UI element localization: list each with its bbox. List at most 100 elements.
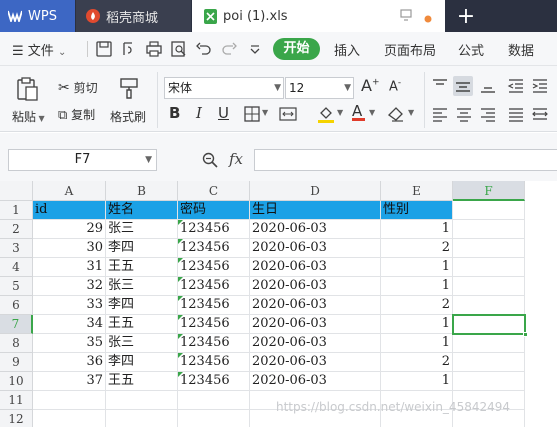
print-preview-icon[interactable] — [170, 40, 188, 58]
cell-b2[interactable]: 张三 — [106, 220, 178, 239]
fill-color-icon[interactable] — [316, 104, 336, 124]
font-color-icon[interactable]: A — [352, 102, 365, 121]
cell-d6[interactable]: 2020-06-03 — [250, 296, 381, 315]
bold-icon[interactable]: B — [169, 104, 180, 122]
cell-e4[interactable]: 1 — [381, 258, 453, 277]
cell-b3[interactable]: 李四 — [106, 239, 178, 258]
cell-b7[interactable]: 王五 — [106, 315, 178, 334]
tab-insert[interactable]: 插入 — [334, 40, 360, 59]
increase-font-icon[interactable]: A+ — [361, 76, 380, 95]
zoom-search-icon[interactable] — [202, 152, 218, 168]
row-header-3[interactable]: 3 — [0, 239, 33, 258]
cell-d9[interactable]: 2020-06-03 — [250, 353, 381, 372]
column-header-d[interactable]: D — [250, 181, 381, 201]
cell-e5[interactable]: 1 — [381, 277, 453, 296]
cell-a6[interactable]: 33 — [33, 296, 106, 315]
fill-handle[interactable] — [523, 332, 528, 337]
row-header-8[interactable]: 8 — [0, 334, 33, 353]
cell-c2[interactable]: 123456 — [178, 220, 250, 239]
cell-d2[interactable]: 2020-06-03 — [250, 220, 381, 239]
cell-b11[interactable] — [106, 391, 178, 410]
format-painter-icon[interactable] — [117, 76, 141, 100]
new-tab-button[interactable]: + — [446, 0, 486, 32]
cell-a1[interactable]: id — [33, 201, 106, 220]
cell-d7[interactable]: 2020-06-03 — [250, 315, 381, 334]
cell-a9[interactable]: 36 — [33, 353, 106, 372]
cell-c8[interactable]: 123456 — [178, 334, 250, 353]
chevron-down-icon[interactable]: ▼ — [262, 108, 268, 117]
cell-f3[interactable] — [453, 239, 525, 258]
cell-b5[interactable]: 张三 — [106, 277, 178, 296]
cell-a5[interactable]: 32 — [33, 277, 106, 296]
tab-docer-store[interactable]: 稻壳商城 — [76, 0, 191, 32]
cell-e7[interactable]: 1 — [381, 315, 453, 334]
cell-c11[interactable] — [178, 391, 250, 410]
justify-icon[interactable] — [506, 104, 526, 124]
column-header-b[interactable]: B — [106, 181, 178, 201]
cell-b4[interactable]: 王五 — [106, 258, 178, 277]
cell-c5[interactable]: 123456 — [178, 277, 250, 296]
cell-a11[interactable] — [33, 391, 106, 410]
active-cell-selection[interactable] — [452, 314, 528, 337]
cell-f6[interactable] — [453, 296, 525, 315]
row-header-10[interactable]: 10 — [0, 372, 33, 391]
cell-e2[interactable]: 1 — [381, 220, 453, 239]
name-box[interactable]: F7 ▼ — [8, 149, 157, 171]
cell-f1[interactable] — [453, 201, 525, 220]
window-mode-icon[interactable] — [400, 9, 412, 24]
cell-c6[interactable]: 123456 — [178, 296, 250, 315]
copy-button[interactable]: ⧉ 复制 — [58, 106, 95, 123]
row-header-7[interactable]: 7 — [0, 315, 33, 334]
select-all-corner[interactable] — [0, 181, 33, 201]
output-pdf-icon[interactable] — [120, 40, 138, 58]
row-header-2[interactable]: 2 — [0, 220, 33, 239]
cell-b10[interactable]: 王五 — [106, 372, 178, 391]
border-icon[interactable] — [244, 106, 260, 122]
cell-f2[interactable] — [453, 220, 525, 239]
cell-b9[interactable]: 李四 — [106, 353, 178, 372]
cell-c9[interactable]: 123456 — [178, 353, 250, 372]
cell-a3[interactable]: 30 — [33, 239, 106, 258]
cell-c1[interactable]: 密码 — [178, 201, 250, 220]
font-size-select[interactable]: 12 ▼ — [285, 77, 354, 99]
cell-f8[interactable] — [453, 334, 525, 353]
font-name-select[interactable]: 宋体 ▼ — [164, 77, 284, 99]
cell-e3[interactable]: 2 — [381, 239, 453, 258]
cell-c3[interactable]: 123456 — [178, 239, 250, 258]
print-icon[interactable] — [145, 40, 163, 58]
indent-increase-icon[interactable] — [530, 76, 550, 96]
tab-poi-xls[interactable]: poi (1).xls — [192, 0, 445, 33]
cell-b8[interactable]: 张三 — [106, 334, 178, 353]
row-header-4[interactable]: 4 — [0, 258, 33, 277]
clear-format-icon[interactable] — [386, 104, 406, 124]
row-header-6[interactable]: 6 — [0, 296, 33, 315]
paste-icon[interactable] — [14, 76, 40, 102]
cell-a2[interactable]: 29 — [33, 220, 106, 239]
tab-wps-home[interactable]: WPS — [0, 0, 75, 32]
cell-f9[interactable] — [453, 353, 525, 372]
undo-icon[interactable] — [195, 40, 213, 58]
cell-e9[interactable]: 2 — [381, 353, 453, 372]
distributed-align-icon[interactable] — [530, 104, 550, 124]
column-header-e[interactable]: E — [381, 181, 453, 201]
cell-c4[interactable]: 123456 — [178, 258, 250, 277]
row-header-1[interactable]: 1 — [0, 201, 33, 220]
chevron-down-icon[interactable]: ▼ — [408, 108, 414, 117]
save-icon[interactable] — [95, 40, 113, 58]
align-bottom-icon[interactable] — [478, 76, 498, 96]
cell-d1[interactable]: 生日 — [250, 201, 381, 220]
indent-decrease-icon[interactable] — [506, 76, 526, 96]
align-left-icon[interactable] — [430, 104, 450, 124]
spreadsheet-grid[interactable]: A B C D E F 1 id 姓名 密码 生日 性别 2 29 张三 123456 2020-06-03 1 3… — [0, 181, 557, 427]
cell-a4[interactable]: 31 — [33, 258, 106, 277]
cell-c12[interactable] — [178, 410, 250, 427]
row-header-9[interactable]: 9 — [0, 353, 33, 372]
tab-start[interactable]: 开始 — [273, 38, 320, 60]
file-menu[interactable]: ☰ 文件 ⌄ — [12, 40, 66, 59]
cell-b6[interactable]: 李四 — [106, 296, 178, 315]
tab-data[interactable]: 数据 — [508, 40, 534, 59]
tab-page-layout[interactable]: 页面布局 — [384, 40, 436, 59]
insert-function-button[interactable]: fx — [229, 150, 243, 168]
cell-e8[interactable]: 1 — [381, 334, 453, 353]
cell-f5[interactable] — [453, 277, 525, 296]
